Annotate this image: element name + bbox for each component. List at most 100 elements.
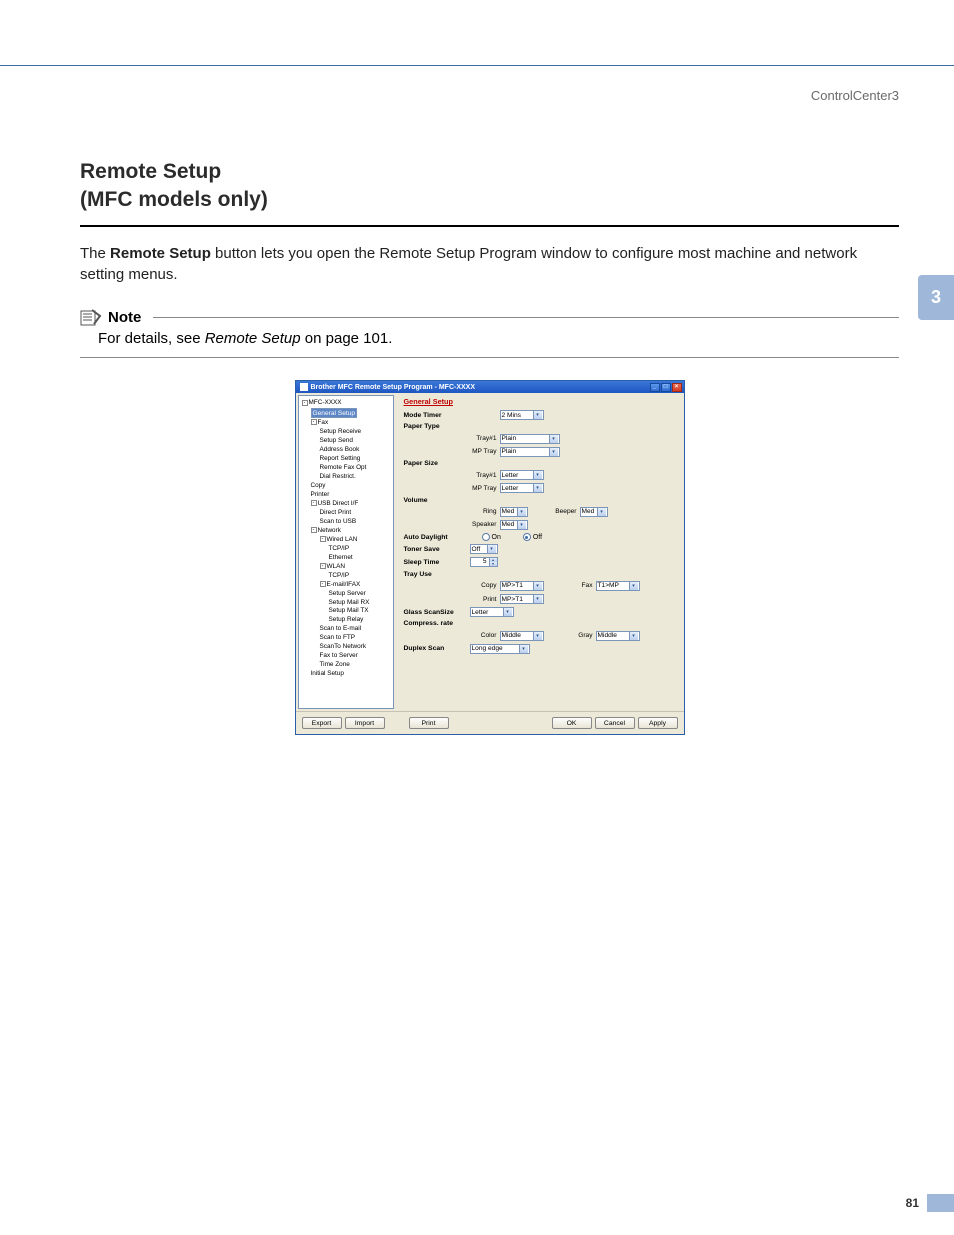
note-icon <box>80 308 102 326</box>
select-compress-color[interactable]: Middle▾ <box>500 631 544 641</box>
chevron-down-icon: ▾ <box>517 521 526 529</box>
tree-item[interactable]: TCP/IP <box>329 572 393 581</box>
chevron-down-icon[interactable]: ▾ <box>489 562 497 566</box>
tree-item[interactable]: Setup Relay <box>329 616 393 625</box>
import-button[interactable]: Import <box>345 717 385 729</box>
select-papertype-tray1[interactable]: Plain▾ <box>500 434 560 444</box>
page-number: 81 <box>906 1196 919 1210</box>
select-papertype-mp[interactable]: Plain▾ <box>500 447 560 457</box>
label-volume: Volume <box>404 497 470 504</box>
dialog-title: Brother MFC Remote Setup Program - MFC-X… <box>311 384 650 391</box>
note-text: For details, see Remote Setup on page 10… <box>80 326 899 358</box>
form-title: General Setup <box>404 397 678 406</box>
cancel-button[interactable]: Cancel <box>595 717 635 729</box>
export-button[interactable]: Export <box>302 717 342 729</box>
tree-item-network[interactable]: Network <box>318 527 341 534</box>
tree-item[interactable]: Fax to Server <box>320 652 393 661</box>
chevron-down-icon: ▾ <box>533 632 542 640</box>
select-volume-speaker[interactable]: Med▾ <box>500 520 528 530</box>
tree-item[interactable]: Setup Send <box>320 437 393 446</box>
remote-setup-dialog: Brother MFC Remote Setup Program - MFC-X… <box>295 380 685 735</box>
chevron-down-icon: ▾ <box>517 508 526 516</box>
note-label: Note <box>108 309 141 326</box>
tree-item-initial[interactable]: Initial Setup <box>311 670 393 679</box>
tree-item[interactable]: Remote Fax Opt <box>320 464 393 473</box>
select-volume-beeper[interactable]: Med▾ <box>580 507 608 517</box>
tree-item[interactable]: Ethernet <box>329 554 393 563</box>
tree-item[interactable]: TCP/IP <box>329 545 393 554</box>
select-toner-save[interactable]: Off▾ <box>470 544 498 554</box>
chevron-down-icon: ▾ <box>503 608 512 616</box>
chevron-down-icon: ▾ <box>533 595 542 603</box>
label-tray-use: Tray Use <box>404 571 470 578</box>
tree-item[interactable]: Report Setting <box>320 455 393 464</box>
select-papersize-mp[interactable]: Letter▾ <box>500 483 544 493</box>
select-duplex-scan[interactable]: Long edge▾ <box>470 644 530 654</box>
tree-item[interactable]: Setup Server <box>329 590 393 599</box>
app-icon <box>300 383 308 391</box>
select-papersize-tray1[interactable]: Letter▾ <box>500 470 544 480</box>
header-breadcrumb: ControlCenter3 <box>0 66 954 103</box>
tree-item[interactable]: Time Zone <box>320 661 393 670</box>
radio-daylight-off[interactable] <box>523 533 531 541</box>
page-heading: Remote Setup (MFC models only) <box>80 158 899 227</box>
tree-item[interactable]: Scan to E-mail <box>320 625 393 634</box>
note-block: Note For details, see Remote Setup on pa… <box>80 308 899 358</box>
chevron-down-icon: ▾ <box>597 508 606 516</box>
apply-button[interactable]: Apply <box>638 717 678 729</box>
heading-line1: Remote Setup <box>80 160 221 183</box>
label-mode-timer: Mode Timer <box>404 412 470 419</box>
tree-item-usb[interactable]: USB Direct I/F <box>318 500 359 507</box>
spinner-sleep-time[interactable]: 5 ▴▾ <box>470 557 498 567</box>
tree-item[interactable]: ScanTo Network <box>320 643 393 652</box>
tree-item[interactable]: Address Book <box>320 446 393 455</box>
tree-item[interactable]: Setup Mail RX <box>329 599 393 608</box>
tree-item[interactable]: Scan to USB <box>320 518 393 527</box>
chevron-down-icon: ▾ <box>533 471 542 479</box>
chevron-down-icon: ▾ <box>533 582 542 590</box>
tree-toggle-icon[interactable]: - <box>302 400 308 406</box>
label-glass-scansize: Glass ScanSize <box>404 609 470 616</box>
tree-item[interactable]: Dial Restrict. <box>320 473 393 482</box>
tree-item[interactable]: Setup Mail TX <box>329 607 393 616</box>
select-volume-ring[interactable]: Med▾ <box>500 507 528 517</box>
label-sleep-time: Sleep Time <box>404 559 470 566</box>
chevron-down-icon: ▾ <box>533 411 542 419</box>
chevron-down-icon: ▾ <box>629 632 638 640</box>
ok-button[interactable]: OK <box>552 717 592 729</box>
select-trayuse-fax[interactable]: T1>MP▾ <box>596 581 640 591</box>
tree-item[interactable]: Direct Print <box>320 509 393 518</box>
select-trayuse-copy[interactable]: MP>T1▾ <box>500 581 544 591</box>
select-glass-scansize[interactable]: Letter▾ <box>470 607 514 617</box>
close-button[interactable]: × <box>672 383 682 392</box>
tree-item-general-setup: General Setup <box>311 408 393 419</box>
label-compress-rate: Compress. rate <box>404 620 470 627</box>
page-number-bar <box>927 1194 954 1212</box>
chevron-down-icon: ▾ <box>549 435 558 443</box>
dialog-button-bar: Export Import Print OK Cancel Apply <box>296 711 684 734</box>
tree-item-printer[interactable]: Printer <box>311 491 393 500</box>
chevron-down-icon: ▾ <box>519 645 528 653</box>
chevron-down-icon: ▾ <box>549 448 558 456</box>
label-paper-size: Paper Size <box>404 460 470 467</box>
maximize-button[interactable]: □ <box>661 383 671 392</box>
tree-item-copy[interactable]: Copy <box>311 482 393 491</box>
chapter-tab: 3 <box>918 275 954 320</box>
settings-form: General Setup Mode Timer 2 Mins▾ Paper T… <box>396 393 684 711</box>
minimize-button[interactable]: _ <box>650 383 660 392</box>
label-toner-save: Toner Save <box>404 546 470 553</box>
radio-daylight-on[interactable] <box>482 533 490 541</box>
print-button[interactable]: Print <box>409 717 449 729</box>
chevron-down-icon: ▾ <box>487 545 496 553</box>
select-mode-timer[interactable]: 2 Mins▾ <box>500 410 544 420</box>
tree-item[interactable]: Setup Receive <box>320 428 393 437</box>
select-trayuse-print[interactable]: MP>T1▾ <box>500 594 544 604</box>
select-compress-gray[interactable]: Middle▾ <box>596 631 640 641</box>
label-auto-daylight: Auto Daylight <box>404 534 470 541</box>
chevron-down-icon: ▾ <box>629 582 638 590</box>
label-duplex-scan: Duplex Scan <box>404 645 470 652</box>
dialog-titlebar[interactable]: Brother MFC Remote Setup Program - MFC-X… <box>296 381 684 393</box>
tree-item-fax[interactable]: Fax <box>318 419 329 426</box>
tree-item[interactable]: Scan to FTP <box>320 634 393 643</box>
settings-tree[interactable]: -MFC-XXXX General Setup -Fax Setup Recei… <box>298 395 394 709</box>
